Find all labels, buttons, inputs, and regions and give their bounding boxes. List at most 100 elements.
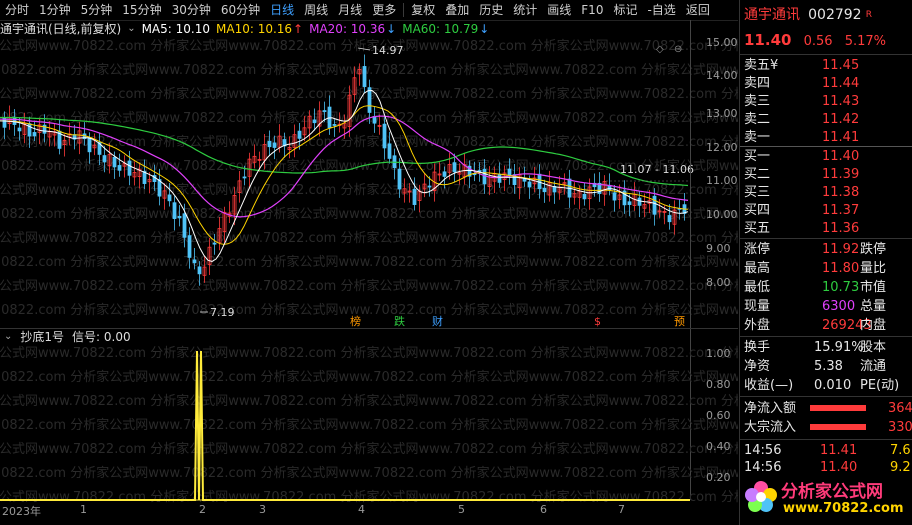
bid-label: 买三 bbox=[744, 185, 771, 200]
stat-value: 0.010 bbox=[814, 378, 852, 393]
ask-label: 卖五 bbox=[744, 58, 771, 73]
stat-row: 最高 11.80 量比 bbox=[744, 260, 886, 278]
tool-back-button[interactable]: 返回 bbox=[681, 0, 715, 20]
stat-row: 现量 6300 总量 bbox=[744, 298, 886, 316]
event-marker-finance[interactable]: 财 bbox=[432, 314, 443, 328]
watermark-text: 分析家公式网www.70822.com 分析家公式网www.70822.com … bbox=[0, 230, 738, 246]
time-axis-label: 3 bbox=[259, 503, 266, 516]
indicator-chart[interactable]: 分析家公式网www.70822.com 分析家公式网www.70822.com … bbox=[0, 345, 738, 503]
period-tab-timeshare[interactable]: 分时 bbox=[0, 0, 34, 20]
price-chart[interactable]: 分析家公式网www.70822.com 分析家公式网www.70822.com … bbox=[0, 38, 738, 328]
candle-body bbox=[17, 127, 22, 132]
tool-draw-button[interactable]: 画线 bbox=[542, 0, 576, 20]
ask-row: 卖三 11.43 bbox=[744, 93, 859, 111]
event-marker-rank[interactable]: 榜 bbox=[350, 314, 361, 328]
time-axis-label: 6 bbox=[540, 503, 547, 516]
tool-overlay-button[interactable]: 叠加 bbox=[440, 0, 474, 20]
period-tab-60min[interactable]: 60分钟 bbox=[216, 0, 265, 20]
bid-price[interactable]: 11.39 bbox=[822, 166, 859, 184]
diamond-icon[interactable]: ◇ bbox=[656, 44, 664, 55]
price-axis-label: 13.00 bbox=[706, 107, 738, 120]
stat-row: 收益(—) 0.010 PE(动) bbox=[744, 377, 899, 395]
candle-body bbox=[312, 119, 317, 124]
stat-value: 5.38 bbox=[814, 359, 843, 374]
watermark-text: 分析家公式网www.70822.com 分析家公式网www.70822.com … bbox=[0, 417, 738, 433]
indicator-name[interactable]: 抄底1号 bbox=[20, 329, 64, 345]
candle-body bbox=[387, 143, 392, 159]
arrow-down-icon: ↓ bbox=[479, 22, 490, 36]
candle-body bbox=[412, 188, 417, 205]
toolbar-divider bbox=[403, 3, 405, 17]
logo-url: www.70822.com bbox=[783, 501, 904, 516]
time-axis-label: 2023年 bbox=[2, 505, 41, 518]
bid-price[interactable]: 11.37 bbox=[822, 202, 859, 220]
flow-value: 330 bbox=[888, 420, 912, 435]
period-tab-monthly[interactable]: 月线 bbox=[333, 0, 367, 20]
ma-legend: 通宇通讯(日线,前复权) ⌄ MA5: 10.10 MA10: 10.16 ↑ … bbox=[0, 21, 489, 37]
ask-price[interactable]: 11.43 bbox=[822, 93, 859, 111]
bid-price[interactable]: 11.36 bbox=[822, 220, 859, 238]
flow-value: 364 bbox=[888, 401, 912, 416]
event-marker-dividend[interactable]: $ bbox=[594, 315, 601, 328]
candle-body bbox=[32, 132, 37, 137]
stat-label: 外盘 bbox=[744, 318, 771, 333]
event-marker-forecast[interactable]: 预 bbox=[674, 315, 685, 328]
period-tab-15min[interactable]: 15分钟 bbox=[117, 0, 166, 20]
zoom-toggle-icon[interactable]: ⊖ bbox=[674, 44, 682, 55]
period-tab-30min[interactable]: 30分钟 bbox=[167, 0, 216, 20]
ask-price[interactable]: 11.44 bbox=[822, 75, 859, 93]
stat-label: 收益(—) bbox=[744, 378, 794, 393]
tool-stats-button[interactable]: 统计 bbox=[508, 0, 542, 20]
candle-body bbox=[212, 242, 217, 245]
divider bbox=[740, 238, 912, 239]
ask-label: 卖一 bbox=[744, 130, 771, 145]
tool-f10-button[interactable]: F10 bbox=[576, 0, 608, 20]
period-tab-weekly[interactable]: 周线 bbox=[299, 0, 333, 20]
chevron-down-icon[interactable]: ⌄ bbox=[127, 21, 135, 37]
divider bbox=[740, 54, 912, 55]
period-tab-5min[interactable]: 5分钟 bbox=[76, 0, 118, 20]
candle-body bbox=[442, 171, 447, 177]
indicator-axis-label: 0.80 bbox=[706, 378, 731, 391]
time-axis-label: 5 bbox=[458, 503, 465, 516]
candle-body bbox=[177, 215, 182, 219]
ask-price[interactable]: 11.41 bbox=[822, 129, 859, 147]
candle-body bbox=[242, 176, 247, 179]
bid-price[interactable]: 11.38 bbox=[822, 184, 859, 202]
yen-icon: ¥ bbox=[770, 58, 779, 73]
flow-row: 净流入额 364 bbox=[744, 400, 912, 418]
stat-value: 15.91% bbox=[814, 340, 864, 355]
divider bbox=[740, 336, 912, 337]
period-tab-1min[interactable]: 1分钟 bbox=[34, 0, 76, 20]
chevron-down-icon[interactable]: ⌄ bbox=[4, 329, 12, 345]
ask-price[interactable]: 11.45 bbox=[822, 57, 859, 75]
period-tab-more[interactable]: 更多 bbox=[367, 0, 401, 20]
tool-watchlist-remove-button[interactable]: -自选 bbox=[642, 0, 680, 20]
candle-body bbox=[612, 192, 617, 201]
tick-volume: 7.6 bbox=[890, 443, 911, 458]
tick-time: 14:56 bbox=[744, 443, 782, 458]
period-tab-daily[interactable]: 日线 bbox=[265, 0, 299, 20]
bid-label: 买一 bbox=[744, 149, 771, 164]
tick-price: 11.41 bbox=[820, 443, 858, 458]
low-marker: 7.19 bbox=[210, 306, 235, 319]
candle-body bbox=[667, 215, 672, 223]
stat-label: 换手 bbox=[744, 340, 771, 355]
flow-bar bbox=[810, 424, 866, 430]
time-axis-label: 7 bbox=[618, 503, 625, 516]
tool-history-button[interactable]: 历史 bbox=[474, 0, 508, 20]
candle-body bbox=[382, 123, 387, 149]
tool-mark-button[interactable]: 标记 bbox=[608, 0, 642, 20]
quote-panel: 通宇通讯 002792 R 11.40 0.56 5.17% 卖五¥ 11.45 卖… bbox=[739, 0, 912, 525]
event-marker-drop[interactable]: 跌 bbox=[394, 314, 405, 328]
indicator-axis-label: 0.40 bbox=[706, 440, 731, 453]
bid-price[interactable]: 11.40 bbox=[822, 148, 859, 166]
legend-ma60: MA60: 10.79 bbox=[402, 22, 479, 36]
candle-body bbox=[652, 195, 657, 215]
tool-adjust-button[interactable]: 复权 bbox=[406, 0, 440, 20]
candle-body bbox=[367, 87, 372, 113]
ask-price[interactable]: 11.42 bbox=[822, 111, 859, 129]
stat-label: 涨停 bbox=[744, 242, 771, 257]
stat-label: 最高 bbox=[744, 261, 771, 276]
tick-row: 14:56 11.41 7.6 bbox=[744, 442, 911, 460]
